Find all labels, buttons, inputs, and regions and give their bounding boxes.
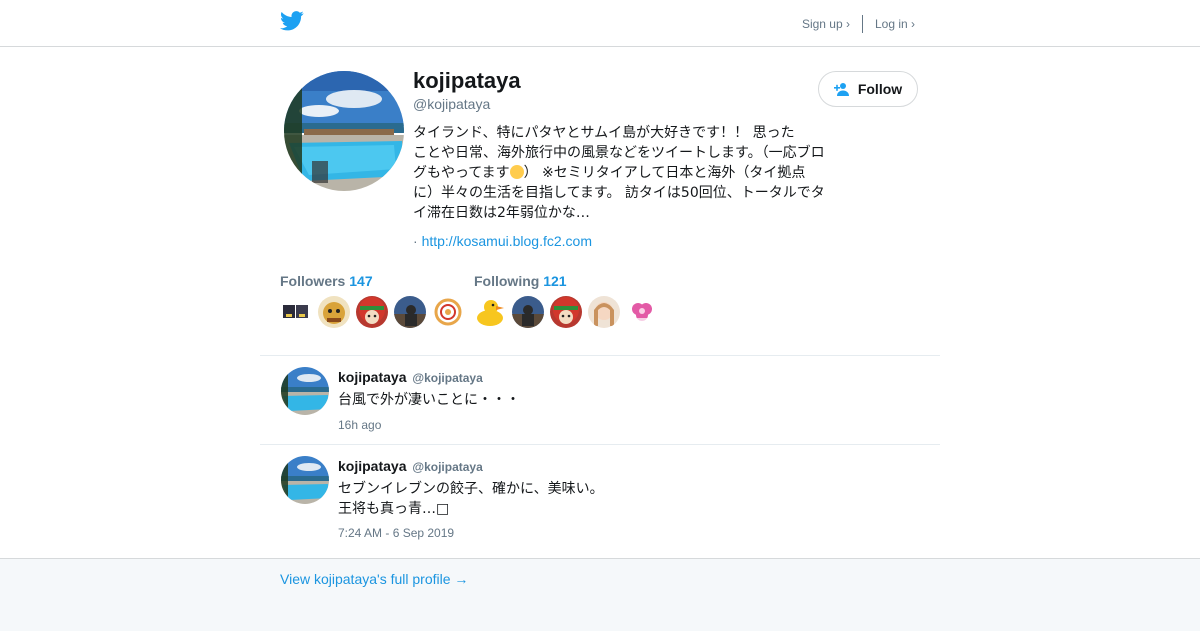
tweet-time[interactable]: 7:24 AM - 6 Sep 2019 [338,526,454,540]
tweet-author[interactable]: kojipataya @kojipataya [338,458,483,474]
bio-line: イ滞在日数は2年弱位かな… [413,205,590,221]
follower-avatar[interactable] [280,296,312,328]
footer: View kojipataya's full profile → [0,558,1200,631]
tweet-author[interactable]: kojipataya @kojipataya [338,369,483,385]
signup-link[interactable]: Sign up › [802,17,850,31]
tweet-author-name: kojipataya [338,458,407,474]
nav-divider [861,15,863,33]
tweet-text-line: 王将も真っ青…□ [338,501,450,517]
tweet-avatar[interactable] [281,367,329,415]
add-user-icon [833,83,849,96]
top-nav: Sign up › Log in › [802,15,915,33]
bio-line: グもやってます [413,165,510,181]
following-avatar[interactable] [512,296,544,328]
follower-avatar[interactable] [432,296,464,328]
following-avatar[interactable] [626,296,658,328]
bio-line: ） ※セミリタイアして日本と海外（タイ拠点 [523,165,806,181]
bio-line: タイランド、特にパタヤとサムイ島が大好きです！！ 思った [413,125,795,141]
twitter-bird-icon[interactable] [280,11,304,31]
following-stat[interactable]: Following 121 [474,273,567,289]
follow-label: Follow [857,81,903,97]
following-avatar[interactable] [588,296,620,328]
following-label: Following [474,273,540,289]
top-bar: Sign up › Log in › [0,0,1200,47]
full-profile-link[interactable]: View kojipataya's full profile → [280,571,468,587]
following-avatar[interactable] [550,296,582,328]
tweet-text: 台風で外が凄いことに・・・ [338,392,520,408]
profile-url-line: · http://kosamui.blog.fc2.com [413,233,592,249]
following-avatar[interactable] [474,296,506,328]
divider [260,355,940,356]
tweet-author-name: kojipataya [338,369,407,385]
tweet-text: セブンイレブンの餃子、確かに、美味い。 王将も真っ青…□ [338,479,604,519]
login-link[interactable]: Log in › [875,17,915,31]
tweet-text-line: セブンイレブンの餃子、確かに、美味い。 [338,481,604,497]
following-count: 121 [543,273,567,289]
tweet-author-handle: @kojipataya [412,460,483,474]
tweet-time[interactable]: 16h ago [338,418,381,432]
profile-name: kojipataya [413,68,521,93]
followers-count: 147 [349,273,373,289]
url-prefix: · [413,233,422,249]
profile-bio: タイランド、特にパタヤとサムイ島が大好きです！！ 思った ことや日常、海外旅行中… [413,123,838,223]
tweet-author-handle: @kojipataya [412,371,483,385]
follower-avatar[interactable] [394,296,426,328]
bio-line: ことや日常、海外旅行中の風景などをツイートします。（一応ブロ [413,145,825,161]
followers-avatars [280,296,464,328]
followers-stat[interactable]: Followers 147 [280,273,373,289]
profile-avatar[interactable] [284,71,404,191]
follower-avatar[interactable] [356,296,388,328]
bio-line: に）半々の生活を目指してます。 訪タイは50回位、トータルでタ [413,185,825,201]
follower-avatar[interactable] [318,296,350,328]
divider [260,444,940,445]
tweet-avatar[interactable] [281,456,329,504]
following-avatars [474,296,658,328]
profile-url-link[interactable]: http://kosamui.blog.fc2.com [422,233,592,249]
profile-handle: @kojipataya [413,96,491,112]
followers-label: Followers [280,273,346,289]
grinning-sweat-emoji-icon [509,165,524,179]
follow-button[interactable]: Follow [818,71,918,107]
